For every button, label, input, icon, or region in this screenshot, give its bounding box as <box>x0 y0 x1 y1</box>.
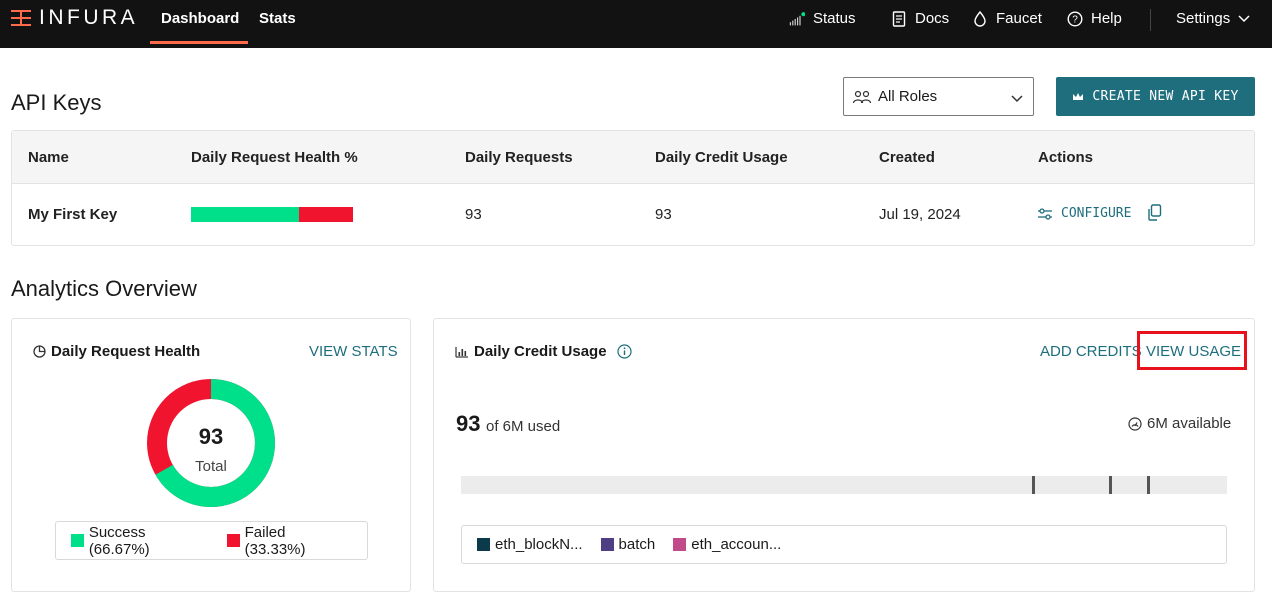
credits-used-value: 93 <box>456 411 481 436</box>
failed-swatch <box>226 534 240 547</box>
droplet-icon <box>972 10 988 27</box>
settings-label: Settings <box>1176 10 1231 27</box>
usage-marker <box>1109 476 1112 494</box>
status-link[interactable]: Status <box>789 10 856 27</box>
legend-batch: batch <box>600 536 656 553</box>
legend-failed: Failed (33.33%) <box>226 523 349 558</box>
create-button-label: CREATE NEW API KEY <box>1092 89 1239 104</box>
chevron-down-icon <box>1238 14 1250 23</box>
column-header-credit-usage: Daily Credit Usage <box>655 149 788 166</box>
legend-failed-label: Failed (33.33%) <box>244 523 306 558</box>
configure-label: CONFIGURE <box>1061 206 1132 221</box>
donut-total-value: 93 <box>198 424 224 449</box>
view-usage-highlight-box <box>1137 331 1247 370</box>
credits-available-text: 6M available <box>1147 415 1232 432</box>
api-keys-title: API Keys <box>11 90 102 115</box>
users-icon <box>852 89 872 105</box>
infura-logo-icon <box>11 9 31 27</box>
add-credits-link[interactable]: ADD CREDITS <box>1040 343 1142 360</box>
info-icon[interactable] <box>616 344 632 359</box>
question-circle-icon: ? <box>1067 10 1083 27</box>
crown-icon <box>1072 92 1084 102</box>
view-stats-link[interactable]: VIEW STATS <box>309 343 398 360</box>
tab-dashboard[interactable]: Dashboard <box>161 10 239 27</box>
bar-chart-icon <box>455 346 469 358</box>
docs-label: Docs <box>915 10 950 27</box>
created-date: Jul 19, 2024 <box>879 206 961 223</box>
gauge-icon <box>1128 416 1142 431</box>
health-bar-failed <box>299 207 353 222</box>
request-health-bar <box>191 207 353 222</box>
credit-card-title-text: Daily Credit Usage <box>474 343 607 360</box>
legend-success-label: Success (66.67%) <box>88 523 150 558</box>
column-header-name: Name <box>28 149 69 166</box>
logo-text: INFURA <box>39 6 139 29</box>
settings-menu[interactable]: Settings <box>1176 10 1250 27</box>
credits-used-suffix: of 6M used <box>486 418 561 435</box>
document-icon <box>891 10 907 27</box>
legend-eth-accounts: eth_accoun... <box>673 536 781 553</box>
legend-success: Success (66.67%) <box>71 524 209 558</box>
analytics-overview-title: Analytics Overview <box>11 276 197 301</box>
health-card-title-text: Daily Request Health <box>51 343 201 360</box>
health-legend: Success (66.67%) Failed (33.33%) <box>55 521 368 560</box>
nav-divider <box>1150 9 1151 31</box>
eth-blocknumber-swatch <box>477 538 490 551</box>
credits-available: 6M available <box>1128 415 1231 432</box>
usage-marker <box>1032 476 1035 494</box>
eth-accounts-swatch <box>673 538 687 551</box>
help-label: Help <box>1091 10 1122 27</box>
credit-card-title: Daily Credit Usage <box>455 343 632 360</box>
sliders-icon <box>1037 207 1053 221</box>
legend-method-label: eth_accoun... <box>691 536 782 553</box>
status-label: Status <box>813 10 856 27</box>
configure-button[interactable]: CONFIGURE <box>1037 206 1131 221</box>
legend-method-label: batch <box>618 536 656 553</box>
legend-method-label: eth_blockN... <box>495 536 583 553</box>
infura-logo[interactable]: INFURA <box>11 6 138 30</box>
method-legend: eth_blockN... batch eth_accoun... <box>461 525 1227 564</box>
column-header-requests: Daily Requests <box>465 149 573 166</box>
daily-credit-usage-value: 93 <box>655 206 672 223</box>
donut-total-label: Total <box>195 458 227 475</box>
credit-usage-bar <box>461 476 1227 494</box>
chevron-down-icon <box>1011 90 1023 107</box>
tab-stats[interactable]: Stats <box>259 10 296 27</box>
active-tab-indicator <box>150 41 248 44</box>
batch-swatch <box>600 538 614 551</box>
daily-requests-value: 93 <box>465 206 482 223</box>
roles-filter-select[interactable]: All Roles <box>843 77 1034 116</box>
faucet-link[interactable]: Faucet <box>972 10 1042 27</box>
usage-marker <box>1147 476 1150 494</box>
health-card-title: Daily Request Health <box>33 343 200 360</box>
pie-chart-icon <box>33 345 46 358</box>
success-swatch <box>71 534 84 547</box>
health-bar-success <box>191 207 299 222</box>
column-header-actions: Actions <box>1038 149 1094 166</box>
copy-icon[interactable] <box>1147 204 1162 226</box>
svg-text:?: ? <box>1072 14 1078 25</box>
key-name[interactable]: My First Key <box>28 206 117 223</box>
column-header-created: Created <box>879 149 935 166</box>
legend-eth-blocknumber: eth_blockN... <box>477 536 583 553</box>
signal-bars-icon <box>789 11 805 27</box>
create-new-api-key-button[interactable]: CREATE NEW API KEY <box>1056 77 1255 116</box>
help-link[interactable]: ? Help <box>1067 10 1122 27</box>
faucet-label: Faucet <box>996 10 1042 27</box>
top-navigation-bar: INFURA Dashboard Stats Status Docs Fauce… <box>0 0 1272 48</box>
docs-link[interactable]: Docs <box>891 10 949 27</box>
roles-select-value: All Roles <box>878 88 938 105</box>
column-header-health: Daily Request Health % <box>191 149 358 166</box>
api-keys-table: Name Daily Request Health % Daily Reques… <box>11 130 1255 246</box>
